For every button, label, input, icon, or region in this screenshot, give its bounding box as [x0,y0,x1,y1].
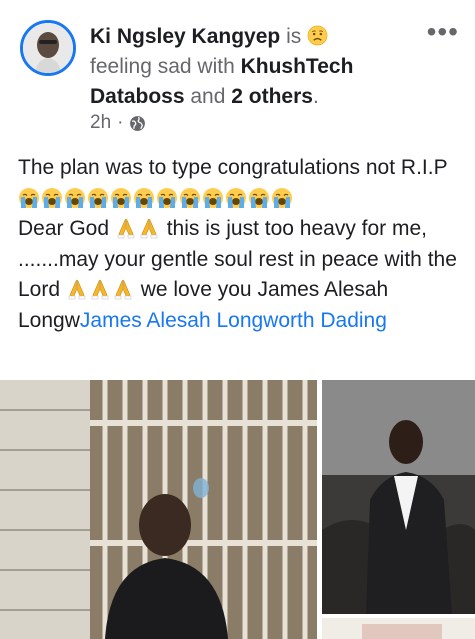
and-text: and [190,85,226,108]
post-header-text: Ki Ngsley Kangyep is feeling sad with Kh… [90,22,420,112]
loudly-crying-face-emoji-icon [65,187,85,208]
rip-text: R.I.P [400,156,448,179]
mention-link[interactable]: James Alesah Longworth Dading [80,309,387,332]
post-time[interactable]: 2h [90,112,111,134]
feeling-text: feeling sad with [90,55,235,78]
post-body: The plan was to type congratulations not… [18,153,463,336]
folded-hands-emoji-icon [114,279,132,300]
loudly-crying-face-emoji-icon [134,187,154,208]
crying-emoji-row [18,187,294,210]
loudly-crying-face-emoji-icon [226,187,246,208]
folded-hands-emoji-icon [91,279,109,300]
folded-hands-emoji-icon [68,279,86,300]
author-name[interactable]: Ki Ngsley Kangyep [90,25,280,48]
prayer-emoji-group-2 [66,278,135,301]
body-line-1: The plan was to type congratulations not [18,156,396,179]
dear-god-text: Dear God [18,217,115,240]
post-photo-2[interactable] [322,380,475,614]
sad-face-emoji-icon [307,25,328,46]
period-text: . [312,85,319,108]
loudly-crying-face-emoji-icon [88,187,108,208]
loudly-crying-face-emoji-icon [111,187,131,208]
post-meta: 2h · [90,112,146,134]
post-photo-1[interactable] [0,380,317,639]
prayer-emoji-group-1 [115,217,161,240]
loudly-crying-face-emoji-icon [157,187,177,208]
loudly-crying-face-emoji-icon [42,187,62,208]
globe-icon [130,115,146,131]
loudly-crying-face-emoji-icon [249,187,269,208]
loudly-crying-face-emoji-icon [19,187,39,208]
others-link[interactable]: 2 others [231,85,313,108]
more-options-icon[interactable]: ••• [427,18,459,46]
loudly-crying-face-emoji-icon [180,187,200,208]
loudly-crying-face-emoji-icon [203,187,223,208]
post-header: Ki Ngsley Kangyep is feeling sad with Kh… [0,0,475,150]
folded-hands-emoji-icon [140,218,158,239]
avatar[interactable] [20,20,76,76]
loudly-crying-face-emoji-icon [272,187,292,208]
folded-hands-emoji-icon [117,218,135,239]
is-text: is [286,25,302,48]
post-photo-3-partial[interactable] [322,618,475,639]
meta-separator: · [117,112,124,133]
